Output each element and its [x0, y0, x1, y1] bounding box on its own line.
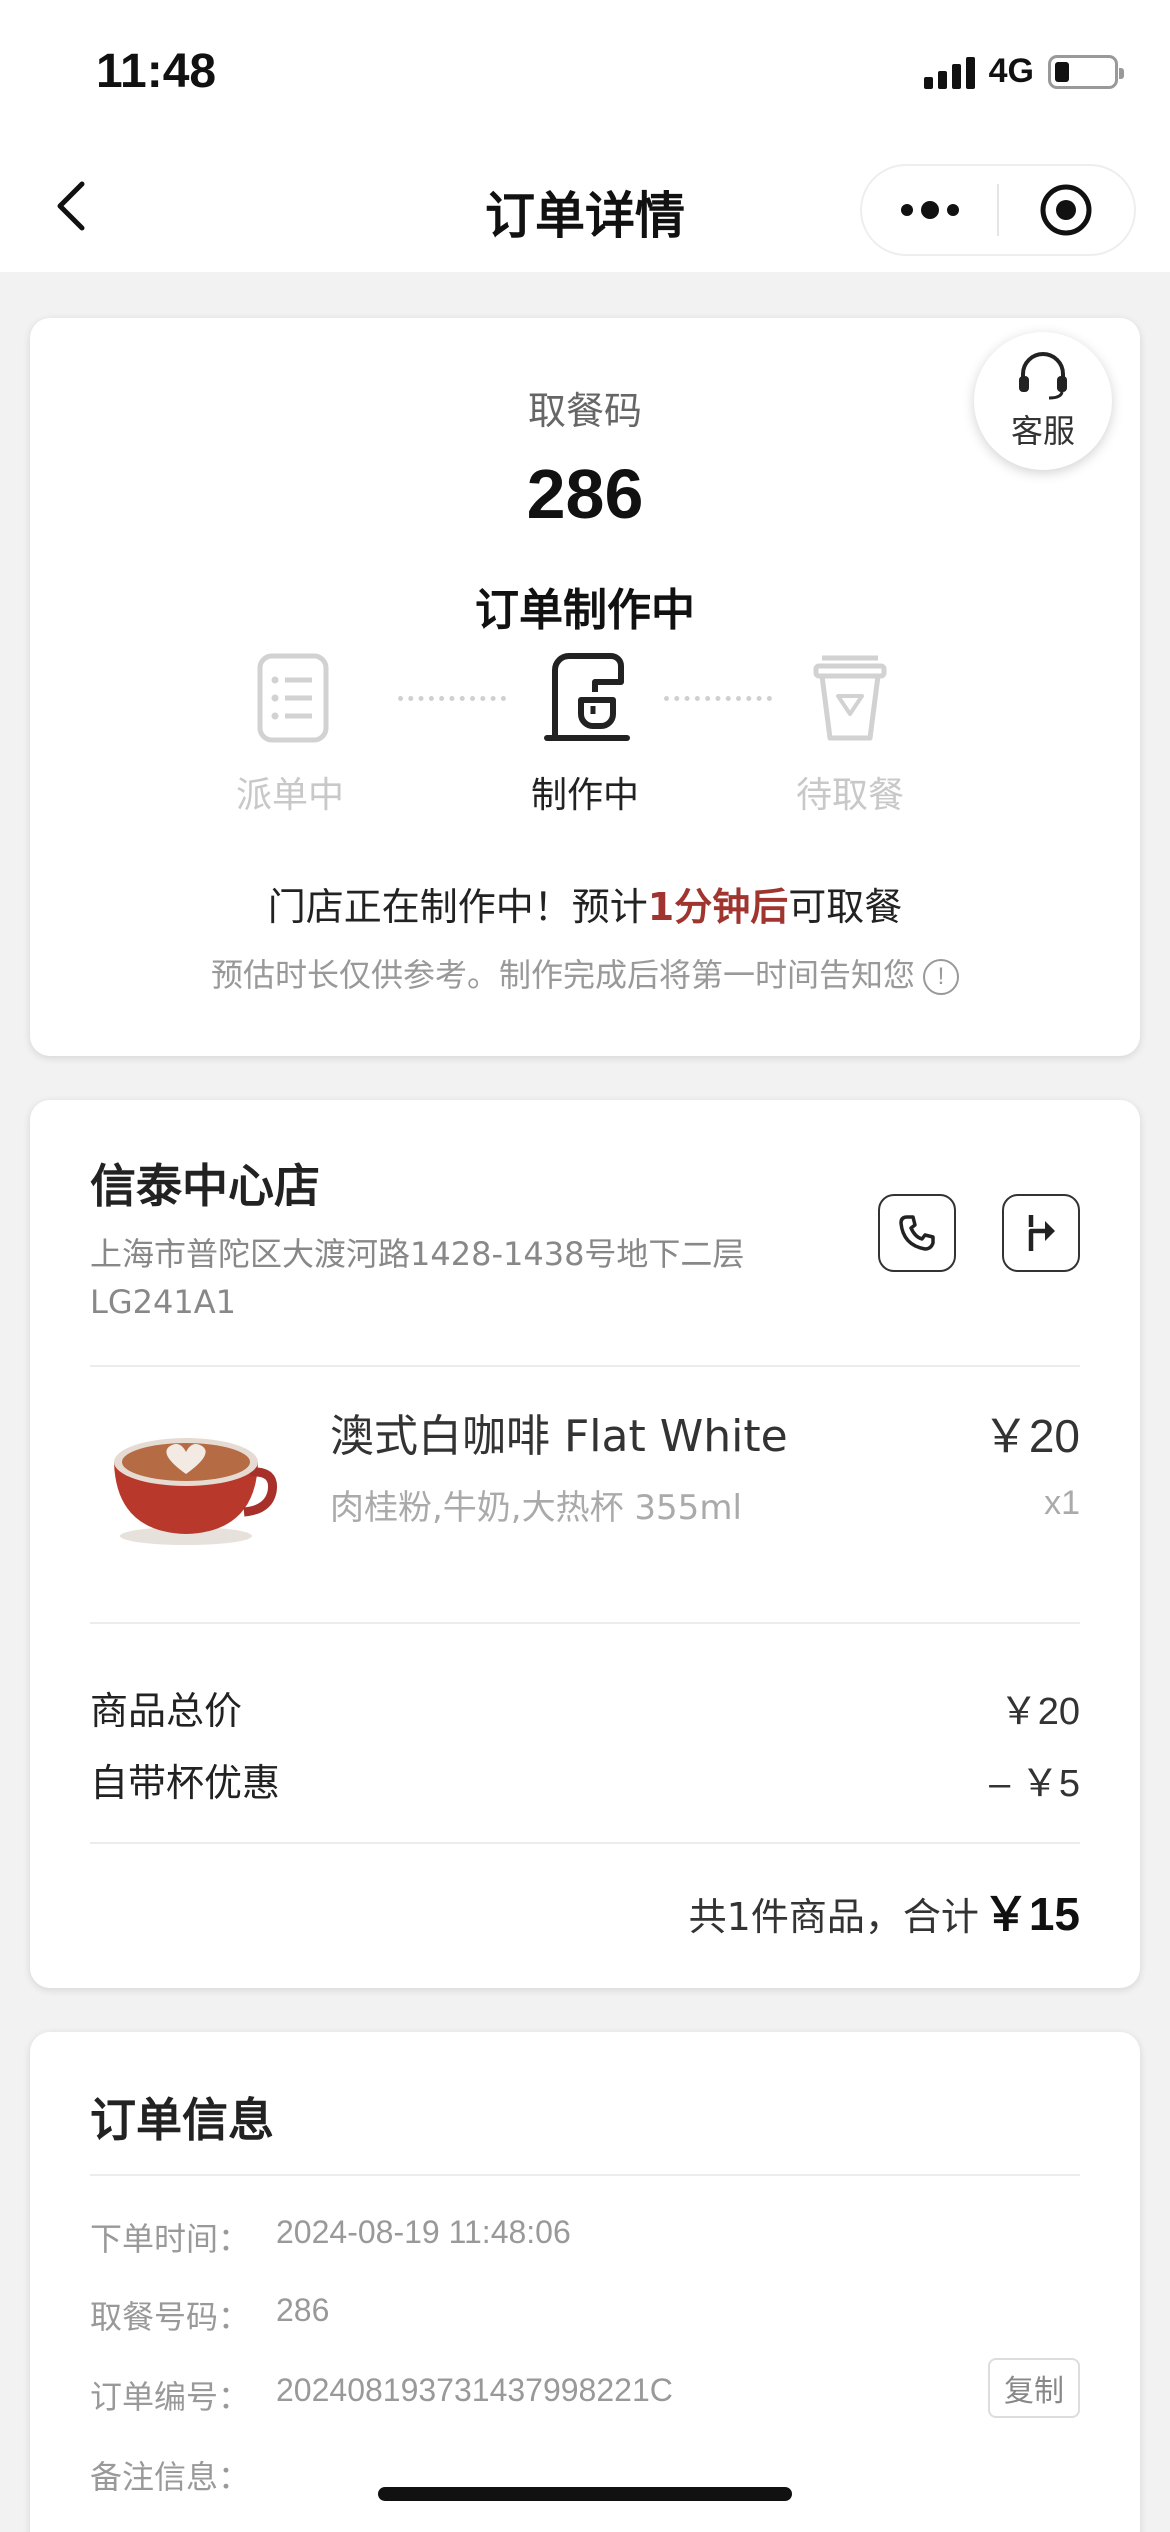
status-bar: 11:48 4G: [0, 0, 1170, 140]
step-label: 待取餐: [795, 775, 904, 816]
status-note: 预估时长仅供参考。制作完成后将第一时间告知您!: [30, 950, 1140, 996]
info-key: 下单时间：: [90, 2220, 251, 2258]
store-order-card: 信泰中心店 上海市普陀区大渡河路1428-1438号地下二层LG241A1 澳式…: [30, 1100, 1140, 1988]
directions-icon: [1028, 1215, 1055, 1251]
discount-value: – ￥5: [989, 1763, 1080, 1805]
subtotal-label: 商品总价: [90, 1689, 243, 1733]
step-label: 制作中: [530, 775, 639, 816]
pickup-code-label: 取餐码: [527, 389, 642, 433]
target-icon: [1040, 184, 1092, 236]
product-quantity: x1: [1044, 1484, 1080, 1522]
status-message: 门店正在制作中！预计1分钟后可取餐: [30, 876, 1140, 931]
step-label: 派单中: [235, 775, 344, 816]
info-value: 20240819373143799822​1C: [276, 2372, 673, 2408]
pickup-code: 286: [526, 455, 644, 533]
order-info-title: 订单信息: [90, 2093, 274, 2147]
product-price: ￥20: [982, 1410, 1080, 1462]
nav-bar: 订单详情: [0, 140, 1170, 272]
battery-level: [1055, 61, 1069, 82]
product-image: [100, 1410, 280, 1550]
home-indicator: [378, 2487, 792, 2501]
divider: [90, 1365, 1080, 1367]
status-message-prefix: 门店正在制作中！预计: [267, 885, 648, 929]
info-row-order-time: 下单时间： 2024-08-19 11:48:06: [90, 2214, 571, 2260]
product-spec: 肉桂粉,牛奶,大热杯 355ml: [330, 1488, 742, 1528]
mini-program-capsule: [860, 164, 1136, 256]
status-message-suffix: 可取餐: [788, 885, 903, 929]
info-value: 2024-08-19 11:48:06: [276, 2214, 571, 2250]
divider: [90, 1842, 1080, 1844]
status-message-highlight: 1分钟后: [647, 885, 789, 929]
status-indicators: 4G: [923, 52, 1124, 91]
coffee-machine-icon: [535, 648, 635, 748]
info-key: 取餐号码：: [90, 2298, 251, 2336]
battery-icon: [1048, 54, 1124, 89]
status-note-text: 预估时长仅供参考。制作完成后将第一时间告知您: [210, 956, 915, 994]
step-dispatching: 派单中: [180, 648, 400, 818]
divider: [90, 2174, 1080, 2176]
network-label: 4G: [988, 52, 1034, 90]
close-miniprogram-button[interactable]: [999, 166, 1134, 254]
info-row-order-number: 订单编号： 20240819373143799822​1C: [90, 2372, 673, 2418]
order-status-title: 订单制作中: [475, 585, 695, 636]
step-making: 制作中: [475, 648, 695, 818]
signal-icon: [923, 55, 975, 89]
product-name: 澳式白咖啡 Flat White: [330, 1411, 788, 1462]
info-key: 备注信息：: [90, 2458, 251, 2496]
discount-label: 自带杯优惠: [90, 1761, 281, 1805]
more-button[interactable]: [862, 166, 997, 254]
store-address: 上海市普陀区大渡河路1428-1438号地下二层LG241A1: [90, 1235, 745, 1321]
step-ready-pickup: 待取餐: [740, 648, 960, 818]
more-icon: [900, 201, 959, 219]
info-icon[interactable]: !: [923, 959, 959, 995]
order-status-card: 客服 取餐码 286 订单制作中 派单中 制作中 待取餐 门店正在制作中！预计1…: [30, 318, 1140, 1056]
call-store-button[interactable]: [878, 1194, 956, 1272]
order-total: 共1件商品，合计 ￥15: [689, 1878, 1080, 1944]
copy-order-number-button[interactable]: 复制: [988, 2358, 1080, 2418]
cup-icon: [800, 648, 900, 748]
navigate-button[interactable]: [1002, 1194, 1080, 1272]
total-prefix: 共1件商品，合计: [688, 1895, 979, 1939]
order-info-card: 订单信息 下单时间： 2024-08-19 11:48:06 取餐号码： 286…: [30, 2032, 1140, 2532]
document-icon: [240, 648, 340, 748]
subtotal-value: ￥20: [999, 1691, 1080, 1733]
info-key: 订单编号：: [90, 2378, 251, 2416]
phone-icon: [899, 1215, 935, 1251]
store-name: 信泰中心店: [90, 1159, 320, 1213]
info-row-pickup-number: 取餐号码： 286: [90, 2292, 329, 2338]
divider: [90, 1622, 1080, 1624]
status-time: 11:48: [96, 45, 217, 98]
total-amount: ￥15: [982, 1888, 1080, 1940]
info-row-remark: 备注信息：: [90, 2452, 276, 2498]
info-value: 286: [276, 2292, 330, 2328]
